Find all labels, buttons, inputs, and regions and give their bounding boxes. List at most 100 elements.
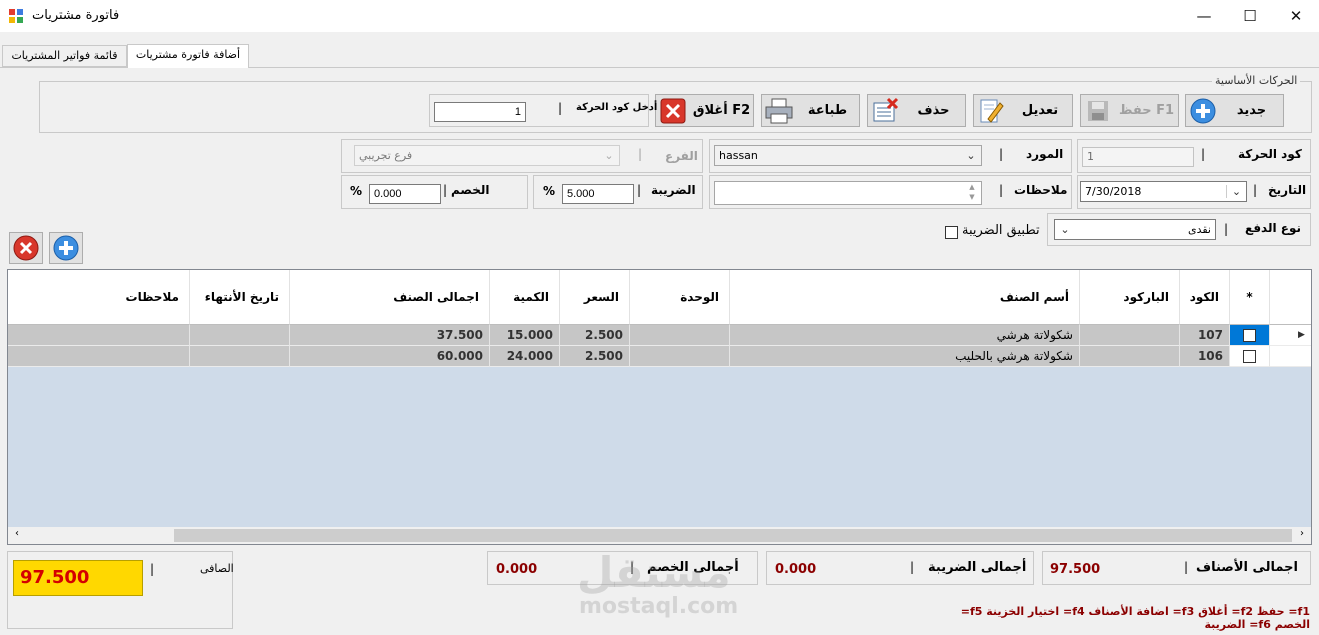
save-button-label: حفظ F1: [1118, 103, 1175, 118]
add-row-button[interactable]: [49, 232, 83, 264]
plus-icon: [1186, 96, 1220, 126]
table-row-unit[interactable]: [630, 346, 730, 367]
table-row-quantity[interactable]: 15.000: [490, 325, 560, 346]
chevron-down-icon: ⌄: [1060, 223, 1070, 236]
scroll-left-icon[interactable]: ‹: [10, 528, 24, 543]
column-header-quantity[interactable]: الكمية: [490, 270, 560, 325]
print-button-label: طباعة: [807, 103, 848, 118]
table-row-item-name[interactable]: شكولاتة هرشي: [730, 325, 1080, 346]
code-field[interactable]: 1: [1082, 147, 1194, 167]
date-label: التاريخ: [1268, 183, 1307, 197]
close-icon: [656, 96, 690, 126]
items-total-separator: |: [1184, 560, 1189, 574]
code-entry-separator: |: [558, 101, 563, 115]
supplier-label: المورد: [1026, 147, 1064, 161]
new-button-label: جديد: [1236, 103, 1267, 118]
code-entry-input[interactable]: [434, 102, 526, 122]
date-value: 7/30/2018: [1085, 185, 1142, 198]
table-row-select-cell[interactable]: [1230, 346, 1270, 367]
notes-label: ملاحظات: [1014, 183, 1068, 197]
chevron-down-icon: ⌄: [1226, 185, 1246, 198]
table-row-unit[interactable]: [630, 325, 730, 346]
new-button[interactable]: جديد: [1185, 94, 1284, 127]
items-grid[interactable]: * الكود الباركود أسم الصنف الوحدة السعر …: [7, 269, 1312, 545]
payment-type-select[interactable]: ⌄ نقدى: [1054, 219, 1216, 240]
table-row-code[interactable]: 107: [1180, 325, 1230, 346]
minimize-button[interactable]: —: [1181, 0, 1227, 32]
table-row-item-name[interactable]: شكولاتة هرشي بالحليب: [730, 346, 1080, 367]
table-row-item-total[interactable]: 37.500: [290, 325, 490, 346]
row-checkbox[interactable]: [1243, 328, 1256, 342]
table-row-barcode[interactable]: [1080, 346, 1180, 367]
tax-label: الضريبة: [651, 183, 696, 197]
apply-tax-checkbox[interactable]: [945, 226, 958, 239]
column-header-item-name[interactable]: أسم الصنف: [730, 270, 1080, 325]
column-header-notes[interactable]: ملاحظات: [8, 270, 190, 325]
column-header-select[interactable]: *: [1230, 270, 1270, 325]
chevron-down-icon: ⌄: [966, 149, 976, 162]
row-checkbox[interactable]: [1243, 349, 1256, 363]
remove-row-button[interactable]: [9, 232, 43, 264]
branch-value: فرع تجريبي: [359, 149, 413, 162]
table-row-price[interactable]: 2.500: [560, 346, 630, 367]
column-header-unit[interactable]: الوحدة: [630, 270, 730, 325]
save-button[interactable]: حفظ F1: [1080, 94, 1179, 127]
table-row-expiry-date[interactable]: [190, 346, 290, 367]
code-label: كود الحركة: [1238, 147, 1302, 161]
table-row-quantity[interactable]: 24.000: [490, 346, 560, 367]
save-icon: [1081, 96, 1115, 126]
horizontal-scrollbar[interactable]: ‹ ›: [8, 527, 1311, 544]
tax-percent: %: [543, 184, 556, 198]
column-header-item-total[interactable]: اجمالى الصنف: [290, 270, 490, 325]
close-window-button[interactable]: ✕: [1273, 0, 1319, 32]
notes-input[interactable]: [714, 181, 982, 205]
tab-purchase-invoices-list[interactable]: قائمة فواتير المشتريات: [2, 45, 127, 67]
table-row-barcode[interactable]: [1080, 325, 1180, 346]
table-row-code[interactable]: 106: [1180, 346, 1230, 367]
discount-label: الخصم: [451, 183, 490, 197]
discount-percent: %: [350, 184, 363, 198]
delete-button[interactable]: حذف: [867, 94, 966, 127]
print-button[interactable]: طباعة: [761, 94, 860, 127]
supplier-separator: |: [999, 147, 1004, 161]
tab-add-purchase-invoice[interactable]: أضافة فاتورة مشتريات: [127, 44, 249, 68]
row-header-corner: [1270, 270, 1311, 325]
column-header-code[interactable]: الكود: [1180, 270, 1230, 325]
tax-total-value: 0.000: [775, 562, 817, 577]
maximize-button[interactable]: ☐: [1227, 0, 1273, 32]
column-header-expiry-date[interactable]: تاريخ الأنتهاء: [190, 270, 290, 325]
table-row-item-total[interactable]: 60.000: [290, 346, 490, 367]
tax-input[interactable]: [562, 184, 634, 204]
table-row-notes[interactable]: [8, 346, 190, 367]
edit-icon: [974, 96, 1008, 126]
edit-button[interactable]: تعديل: [973, 94, 1073, 127]
watermark-arabic: مستقل: [577, 548, 731, 597]
supplier-select[interactable]: hassan ⌄: [714, 145, 982, 166]
column-header-price[interactable]: السعر: [560, 270, 630, 325]
column-header-barcode[interactable]: الباركود: [1080, 270, 1180, 325]
payment-label: نوع الدفع: [1245, 221, 1302, 235]
discount-input[interactable]: [369, 184, 441, 204]
close-icon: ✕: [1289, 7, 1303, 25]
printer-icon: [762, 96, 796, 126]
table-row-notes[interactable]: [8, 325, 190, 346]
maximize-icon: ☐: [1243, 7, 1257, 25]
code-separator: |: [1201, 147, 1206, 161]
apply-tax-label: تطبيق الضريبة: [962, 223, 1040, 238]
table-row-expiry-date[interactable]: [190, 325, 290, 346]
scroll-right-icon[interactable]: ›: [1295, 528, 1309, 543]
tax-separator: |: [637, 183, 642, 197]
minimize-icon: —: [1196, 7, 1212, 25]
branch-select[interactable]: فرع تجريبي ⌄: [354, 145, 620, 166]
table-row-price[interactable]: 2.500: [560, 325, 630, 346]
branch-separator: |: [638, 147, 643, 161]
close-form-button[interactable]: أغلاق F2: [655, 94, 754, 127]
date-picker[interactable]: 7/30/2018 ⌄: [1080, 181, 1247, 202]
table-row-select-cell[interactable]: [1230, 325, 1270, 346]
notes-scroll-arrows[interactable]: ▲ ▼: [963, 182, 981, 204]
keyboard-shortcuts-hint: f1= حفظ f2= أغلاق f3= اضافة الأصناف f4= …: [960, 605, 1310, 631]
actions-group-label: الحركات الأساسية: [1212, 74, 1301, 87]
code-entry-label: أدخل كود الحركة: [576, 102, 658, 113]
scrollbar-thumb[interactable]: [174, 529, 1292, 542]
watermark-latin: mostaql.com: [579, 594, 739, 619]
